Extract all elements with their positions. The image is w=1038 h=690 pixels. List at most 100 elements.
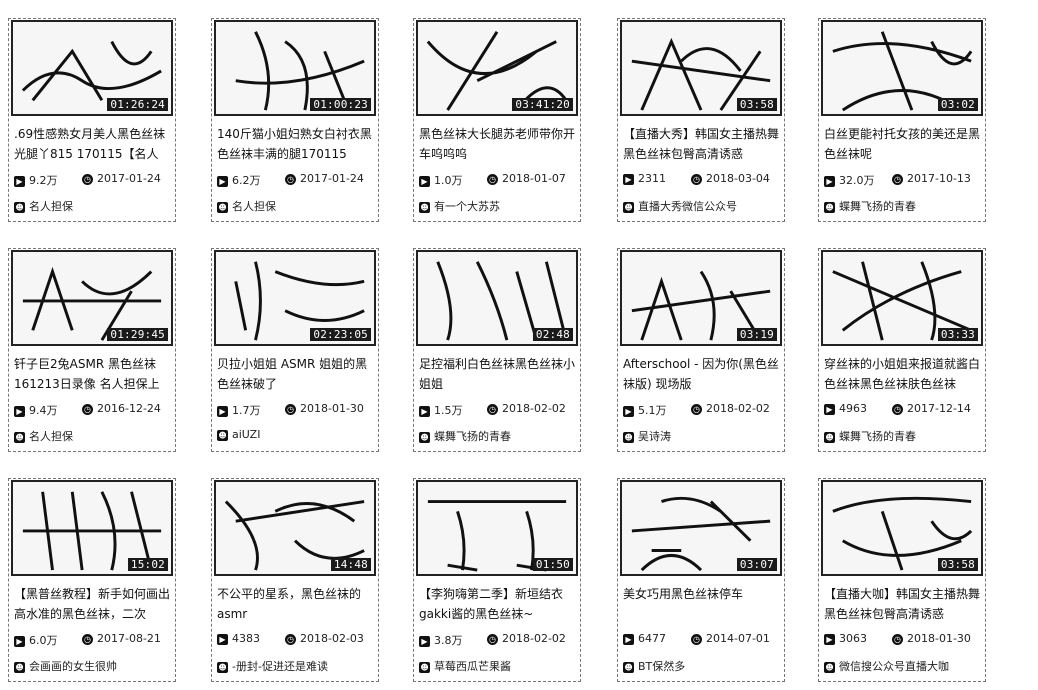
play-count: ▶ 1.0万 [419,172,463,188]
uploader[interactable]: ☻ 名人担保 [14,428,174,444]
video-title[interactable]: Afterschool - 因为你(黑色丝袜版) 现场版 [623,354,779,394]
video-thumbnail[interactable]: 02:23:05 [214,250,376,346]
video-card[interactable]: 01:26:24 .69性感熟女月美人黑色丝袜光腿丫815 170115【名人 ▶ 9… [8,18,178,226]
video-card[interactable]: 02:23:05 贝拉小姐姐 ASMR 姐姐的黑色丝袜破了 ▶ 1.7万 ◷ 2018-0… [211,248,381,456]
uploader-name[interactable]: 会画画的女生很帅 [29,660,117,673]
play-count-value: 3063 [839,632,867,645]
uploader-name[interactable]: aiUZI [232,428,260,441]
video-card[interactable]: 01:50 【李狗嗨第二季】新垣结衣gakki酱的黑色丝袜~ ▶ 3.8万 ◷ 2018-… [413,478,583,686]
video-thumbnail[interactable]: 03:33 [821,250,983,346]
video-card[interactable]: 03:58 【直播大秀】韩国女主播热舞黑色丝袜包臀高清诱惑 ▶ 2311 ◷ 2018-0… [617,18,787,226]
video-card[interactable]: 03:02 白丝更能衬托女孩的美还是黑色丝袜呢 ▶ 32.0万 ◷ 2017-10-13 ☻… [818,18,988,226]
uploader[interactable]: ☻ BT保然多 [623,658,783,674]
video-card[interactable]: 15:02 【黑普丝教程】新手如何画出高水准的黑色丝袜，二次 ▶ 6.0万 ◷ 2017-… [8,478,178,686]
clock-icon: ◷ [691,173,702,185]
uploader[interactable]: ☻ -册封-促进还是难读 [217,658,377,674]
video-title[interactable]: 穿丝袜的小姐姐来报道就酱白色丝袜黑色丝袜肤色丝袜 [824,354,980,394]
video-thumbnail[interactable]: 01:29:45 [11,250,173,346]
duration-badge: 03:02 [937,98,978,111]
uploader-name[interactable]: 名人担保 [29,200,73,213]
video-title[interactable]: 贝拉小姐姐 ASMR 姐姐的黑色丝袜破了 [217,354,373,394]
video-title[interactable]: 黑色丝袜大长腿苏老师带你开车呜呜呜 [419,124,575,164]
video-title[interactable]: 白丝更能衬托女孩的美还是黑色丝袜呢 [824,124,980,164]
play-count-icon: ▶ [824,633,835,645]
clock-icon: ◷ [285,403,296,415]
video-thumbnail[interactable]: 01:50 [416,480,578,576]
uploader[interactable]: ☻ 蝶舞飞扬的青春 [419,428,579,444]
video-title[interactable]: 【直播大秀】韩国女主播热舞黑色丝袜包臀高清诱惑 [623,124,779,164]
video-thumbnail[interactable]: 15:02 [11,480,173,576]
video-title[interactable]: 【黑普丝教程】新手如何画出高水准的黑色丝袜，二次 [14,584,170,624]
video-thumbnail[interactable]: 03:19 [620,250,782,346]
video-card[interactable]: 03:58 【直播大咖】韩国女主播热舞黑色丝袜包臀高清诱惑 ▶ 3063 ◷ 2018-0… [818,478,988,686]
uploader[interactable]: ☻ 吴诗涛 [623,428,783,444]
video-thumbnail[interactable]: 14:48 [214,480,376,576]
video-title[interactable]: 【直播大咖】韩国女主播热舞黑色丝袜包臀高清诱惑 [824,584,980,624]
play-count-value: 1.0万 [434,174,463,187]
video-thumbnail[interactable]: 02:48 [416,250,578,346]
uploader-name[interactable]: 吴诗涛 [638,430,671,443]
video-thumbnail[interactable]: 01:26:24 [11,20,173,116]
clock-icon: ◷ [691,633,702,645]
video-thumbnail[interactable]: 01:00:23 [214,20,376,116]
video-card[interactable]: 03:41:20 黑色丝袜大长腿苏老师带你开车呜呜呜 ▶ 1.0万 ◷ 2018-01-0… [413,18,583,226]
uploader[interactable]: ☻ 蝶舞飞扬的青春 [824,198,984,214]
uploader[interactable]: ☻ 有一个大苏苏 [419,198,579,214]
uploader[interactable]: ☻ 草莓西瓜芒果酱 [419,658,579,674]
video-card[interactable]: 03:33 穿丝袜的小姐姐来报道就酱白色丝袜黑色丝袜肤色丝袜 ▶ 4963 ◷ 2017-… [818,248,988,456]
uploader-name[interactable]: 名人担保 [29,430,73,443]
upload-date: ◷ 2018-02-03 [285,632,364,645]
clock-icon: ◷ [82,633,93,645]
clock-icon: ◷ [285,173,296,185]
uploader-name[interactable]: 名人担保 [232,200,276,213]
video-thumbnail[interactable]: 03:02 [821,20,983,116]
uploader[interactable]: ☻ aiUZI [217,428,377,441]
uploader[interactable]: ☻ 名人担保 [217,198,377,214]
play-count: ▶ 1.7万 [217,402,261,418]
video-card[interactable]: 01:00:23 140斤猫小姐妇熟女白衬衣黑色丝袜丰满的腿170115 ▶ 6.2万… [211,18,381,226]
uploader[interactable]: ☻ 微信搜公众号直播大咖 [824,658,984,674]
play-count-icon: ▶ [623,173,634,185]
user-icon: ☻ [419,431,430,443]
video-title[interactable]: 钎子巨2兔ASMR 黑色丝袜161213日录像 名人担保上 [14,354,170,394]
video-thumbnail[interactable]: 03:07 [620,480,782,576]
upload-date: ◷ 2017-01-24 [82,172,161,185]
uploader[interactable]: ☻ 会画画的女生很帅 [14,658,174,674]
uploader[interactable]: ☻ 名人担保 [14,198,174,214]
video-card[interactable]: 01:29:45 钎子巨2兔ASMR 黑色丝袜161213日录像 名人担保上 ▶ 9.… [8,248,178,456]
uploader-name[interactable]: BT保然多 [638,660,685,673]
uploader[interactable]: ☻ 直播大秀微信公众号 [623,198,783,214]
video-thumbnail[interactable]: 03:41:20 [416,20,578,116]
uploader-name[interactable]: 蝶舞飞扬的青春 [839,200,916,213]
video-card[interactable]: 03:19 Afterschool - 因为你(黑色丝袜版) 现场版 ▶ 5.1万 ◷ 2… [617,248,787,456]
video-title[interactable]: 美女巧用黑色丝袜停车 [623,584,779,624]
uploader-name[interactable]: 有一个大苏苏 [434,200,500,213]
uploader[interactable]: ☻ 蝶舞飞扬的青春 [824,428,984,444]
uploader-name[interactable]: 蝶舞飞扬的青春 [434,430,511,443]
video-card[interactable]: 14:48 不公平的星系，黑色丝袜的asmr ▶ 4383 ◷ 2018-02-03 ☻ -册… [211,478,381,686]
video-title[interactable]: 足控福利白色丝袜黑色丝袜小姐姐 [419,354,575,394]
play-count: ▶ 3063 [824,632,867,645]
play-count-value: 4383 [232,632,260,645]
video-thumbnail[interactable]: 03:58 [821,480,983,576]
video-card[interactable]: 02:48 足控福利白色丝袜黑色丝袜小姐姐 ▶ 1.5万 ◷ 2018-02-02 ☻ 蝶舞飞… [413,248,583,456]
video-title[interactable]: 不公平的星系，黑色丝袜的asmr [217,584,373,624]
play-count: ▶ 6477 [623,632,666,645]
play-count-icon: ▶ [824,175,835,187]
clock-icon: ◷ [487,633,498,645]
video-card[interactable]: 03:07 美女巧用黑色丝袜停车 ▶ 6477 ◷ 2014-07-01 ☻ BT保然多 [617,478,787,686]
video-title[interactable]: 【李狗嗨第二季】新垣结衣gakki酱的黑色丝袜~ [419,584,575,624]
video-title[interactable]: 140斤猫小姐妇熟女白衬衣黑色丝袜丰满的腿170115 [217,124,373,164]
user-icon: ☻ [824,661,835,673]
play-count-value: 5.1万 [638,404,667,417]
uploader-name[interactable]: 蝶舞飞扬的青春 [839,430,916,443]
upload-date: ◷ 2018-02-02 [487,402,566,415]
uploader-name[interactable]: 直播大秀微信公众号 [638,200,737,213]
video-thumbnail[interactable]: 03:58 [620,20,782,116]
upload-date-value: 2017-10-13 [907,172,971,185]
uploader-name[interactable]: 微信搜公众号直播大咖 [839,660,949,673]
uploader-name[interactable]: 草莓西瓜芒果酱 [434,660,511,673]
video-title[interactable]: .69性感熟女月美人黑色丝袜光腿丫815 170115【名人 [14,124,170,164]
video-meta: ▶ 6477 ◷ 2014-07-01 [623,632,783,648]
uploader-name[interactable]: -册封-促进还是难读 [232,660,328,673]
